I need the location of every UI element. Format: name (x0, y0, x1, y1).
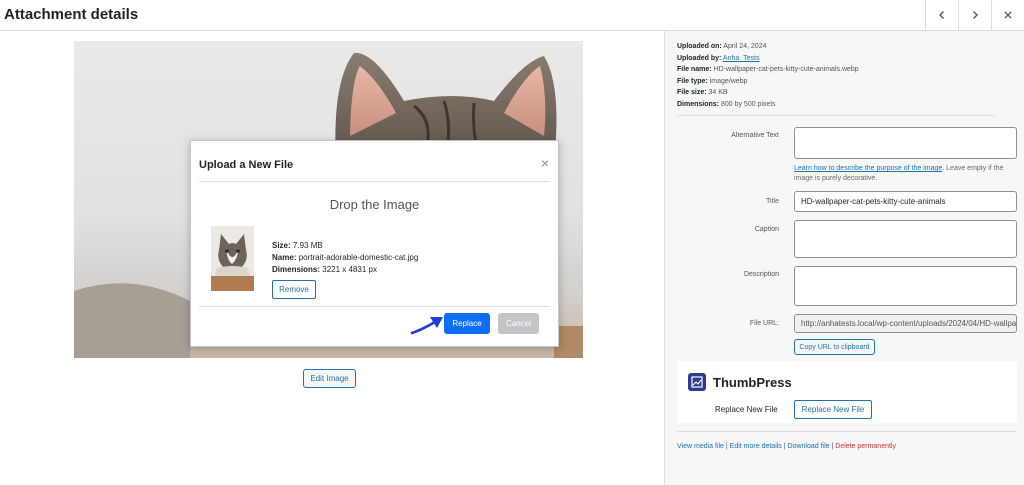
new-file-thumbnail (211, 226, 254, 291)
uploaded-by-link[interactable]: Anha_Tests (723, 55, 760, 62)
file-dimensions-value: 3221 x 4831 px (322, 265, 377, 274)
uploaded-on-label: Uploaded on: (677, 43, 722, 50)
thumbpress-panel: ThumbPress Replace New File Replace New … (677, 361, 1017, 423)
edit-image-button[interactable]: Edit Image (303, 369, 356, 388)
alt-text-help: Learn how to describe the purpose of the… (794, 164, 1018, 184)
image-icon (691, 376, 703, 388)
upload-new-file-dialog: Upload a New File × Drop the Image Size:… (190, 140, 559, 347)
dimensions-label: Dimensions: (272, 265, 321, 274)
chevron-left-icon (939, 11, 944, 19)
description-field[interactable] (794, 266, 1017, 306)
page-title: Attachment details (4, 6, 139, 23)
thumbpress-logo-icon (688, 373, 706, 391)
file-url-field[interactable]: http://anhatests.local/wp-content/upload… (794, 314, 1017, 333)
caption-label: Caption (754, 226, 779, 233)
file-type-label: File type: (677, 77, 708, 85)
title-field[interactable]: HD-wallpaper-cat-pets-kitty-cute-animals (794, 191, 1017, 212)
remove-button[interactable]: Remove (272, 280, 316, 299)
dimensions-label: Dimensions: (677, 100, 720, 108)
cancel-button[interactable]: Cancel (498, 313, 539, 334)
modal-header: Attachment details (0, 0, 1024, 31)
divider (199, 306, 550, 307)
uploaded-by-label: Uploaded by: (677, 54, 722, 62)
attachment-info-panel: Uploaded on: April 24, 2024 Uploaded by:… (664, 31, 1024, 485)
delete-permanently-link[interactable]: Delete permanently (835, 443, 896, 450)
uploaded-on-value: April 24, 2024 (723, 43, 767, 50)
chevron-right-icon (973, 11, 978, 19)
next-button[interactable] (958, 0, 991, 30)
file-details: Uploaded on: April 24, 2024 Uploaded by:… (677, 41, 859, 110)
file-name-label: File name: (677, 66, 712, 73)
dialog-close-icon[interactable]: × (541, 156, 549, 170)
close-button[interactable] (991, 0, 1024, 30)
previous-button[interactable] (925, 0, 958, 30)
caption-field[interactable] (794, 220, 1017, 258)
replace-new-file-label: Replace New File (715, 405, 778, 414)
divider (677, 431, 1017, 432)
file-name-value: HD-wallpaper-cat-pets-kitty-cute-animals… (713, 66, 859, 73)
file-type-value: image/webp (709, 77, 748, 85)
name-label: Name: (272, 253, 297, 262)
arrow-annotation-icon (410, 317, 443, 335)
size-label: Size: (272, 241, 291, 250)
replace-button[interactable]: Replace (444, 313, 490, 334)
title-label: Title (766, 198, 779, 205)
dimensions-value: 800 by 500 pixels (720, 100, 776, 108)
file-url-label: File URL: (749, 320, 779, 327)
dialog-title: Upload a New File (199, 159, 294, 171)
file-name-value: portrait-adorable-domestic-cat.jpg (298, 253, 419, 262)
download-file-link[interactable]: Download file (788, 443, 830, 450)
file-size-value: 34 KB (708, 89, 728, 96)
replace-new-file-button[interactable]: Replace New File (794, 400, 872, 419)
view-media-file-link[interactable]: View media file (677, 443, 724, 450)
file-size-value: 7.93 MB (292, 241, 323, 250)
attachment-actions: View media file | Edit more details | Do… (677, 443, 896, 450)
alt-text-label: Alternative Text (731, 132, 779, 139)
new-file-info: Size: 7.93 MB Name: portrait-adorable-do… (272, 240, 418, 276)
drop-zone-text: Drop the Image (329, 197, 420, 212)
cat-thumbnail-image (211, 226, 254, 291)
thumbpress-name: ThumbPress (713, 375, 792, 390)
divider (199, 181, 550, 182)
divider (677, 115, 995, 116)
alt-text-field[interactable] (794, 127, 1017, 159)
alt-text-help-link[interactable]: Learn how to describe the purpose of the… (794, 165, 942, 172)
copy-url-button[interactable]: Copy URL to clipboard (794, 339, 875, 355)
close-icon (1004, 11, 1012, 19)
description-label: Description (743, 271, 779, 278)
file-size-label: File size: (677, 89, 707, 96)
edit-more-details-link[interactable]: Edit more details (730, 443, 782, 450)
